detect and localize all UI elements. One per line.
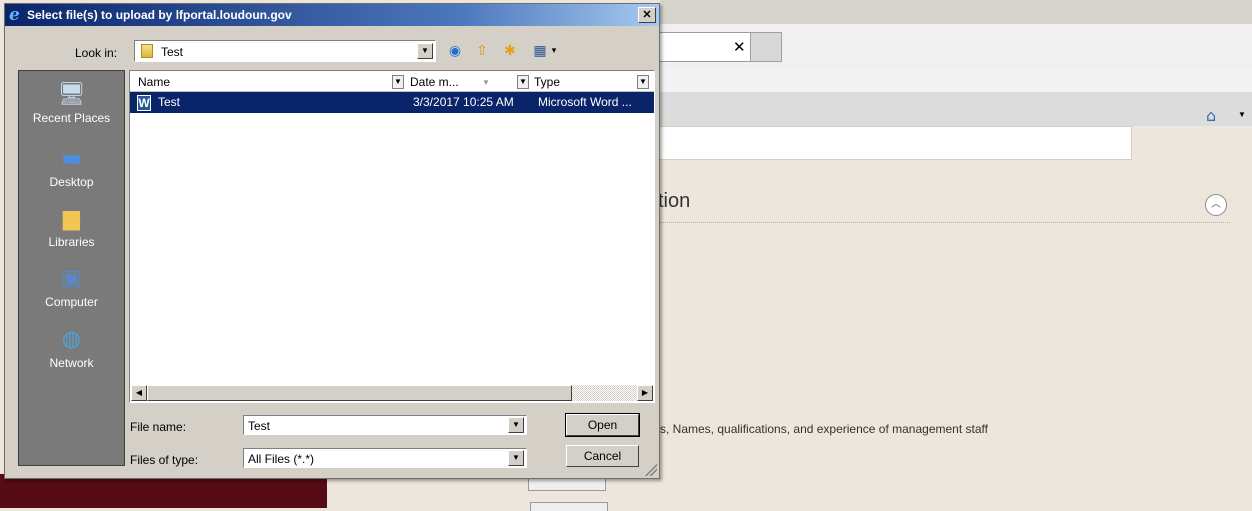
collapse-section-icon[interactable]: ︿ — [1205, 194, 1227, 216]
section-divider — [660, 222, 1230, 223]
column-filter-icon[interactable]: ▼ — [637, 75, 649, 89]
place-computer[interactable]: ▣ Computer — [19, 265, 124, 309]
place-desktop[interactable]: ▬ Desktop — [19, 145, 124, 189]
computer-icon: ▣ — [61, 266, 82, 291]
folder-icon — [141, 44, 153, 58]
libraries-icon: ▆ — [63, 206, 80, 231]
browser-command-row — [660, 70, 1252, 93]
close-icon[interactable]: ✕ — [638, 7, 656, 23]
new-folder-icon[interactable]: ✱ — [501, 42, 519, 60]
column-header-type[interactable]: Type — [534, 75, 560, 91]
chevron-down-icon[interactable]: ▼ — [508, 417, 524, 433]
open-button[interactable]: Open — [565, 413, 640, 437]
scroll-track[interactable] — [572, 385, 637, 401]
column-header-date[interactable]: Date m... — [410, 75, 459, 91]
page-button-fragment[interactable] — [530, 502, 608, 511]
file-name-value: Test — [248, 419, 271, 433]
dialog-title: Select file(s) to upload by lfportal.lou… — [27, 8, 292, 22]
file-row[interactable]: W Test 3/3/2017 10:25 AM Microsoft Word … — [130, 92, 654, 113]
file-type-value: All Files (*.*) — [248, 452, 315, 466]
cancel-button[interactable]: Cancel — [566, 445, 639, 467]
page-button-fragment[interactable] — [528, 478, 606, 491]
place-label: Network — [49, 356, 94, 370]
section-heading: tion — [658, 190, 691, 212]
word-document-icon: W — [137, 95, 151, 111]
recent-places-icon: 🖥 — [57, 82, 86, 107]
page-text-field[interactable] — [650, 126, 1132, 160]
browser-top-strip — [660, 0, 1252, 24]
dialog-title-bar[interactable]: e Select file(s) to upload by lfportal.l… — [5, 4, 659, 26]
new-tab-button[interactable] — [750, 32, 782, 62]
desktop-icon: ▬ — [61, 146, 82, 171]
place-network[interactable]: ◍ Network — [19, 326, 124, 370]
place-recent-places[interactable]: 🖥 Recent Places — [19, 81, 124, 125]
column-header-name[interactable]: Name — [138, 75, 170, 91]
look-in-label: Look in: — [75, 46, 118, 60]
file-type-label: Files of type: — [130, 453, 199, 467]
chevron-down-icon[interactable]: ▼ — [417, 43, 433, 59]
place-label: Computer — [45, 295, 98, 309]
place-label: Libraries — [48, 235, 95, 249]
scroll-right-icon[interactable]: ▶ — [637, 385, 653, 401]
back-icon[interactable]: ◉ — [446, 42, 464, 60]
horizontal-scrollbar[interactable]: ◀ ▶ — [131, 385, 653, 401]
section-description: s, Names, qualifications, and experience… — [660, 422, 988, 436]
scroll-left-icon[interactable]: ◀ — [131, 385, 147, 401]
browser-tab-row — [660, 24, 1252, 71]
page-footer-band — [0, 474, 327, 508]
internet-explorer-icon: e — [9, 5, 20, 25]
scroll-thumb[interactable] — [147, 385, 572, 401]
home-dropdown-icon[interactable]: ▼ — [1238, 110, 1246, 119]
look-in-value: Test — [161, 45, 184, 59]
file-type-select[interactable]: All Files (*.*) ▼ — [243, 448, 527, 468]
up-folder-icon[interactable]: ⇧ — [473, 42, 491, 60]
place-libraries[interactable]: ▆ Libraries — [19, 205, 124, 249]
file-name-label: File name: — [130, 420, 187, 434]
column-filter-icon[interactable]: ▼ — [392, 75, 404, 89]
browser-favorites-row — [660, 92, 1252, 126]
file-date-cell: 3/3/2017 10:25 AM — [413, 95, 514, 109]
home-icon[interactable]: ⌂ — [1206, 106, 1216, 125]
chevron-down-icon[interactable]: ▼ — [508, 450, 524, 466]
places-bar: 🖥 Recent Places ▬ Desktop ▆ Libraries ▣ … — [18, 70, 125, 466]
file-name-cell: Test — [158, 95, 181, 109]
file-type-cell: Microsoft Word ... — [538, 95, 632, 109]
place-label: Desktop — [49, 175, 94, 189]
column-filter-icon[interactable]: ▼ — [517, 75, 529, 89]
file-list[interactable]: Name ▼ Date m... ▼ ▼ Type ▼ W Test 3/3/2… — [129, 70, 655, 403]
file-name-input[interactable]: Test ▼ — [243, 415, 527, 435]
place-label: Recent Places — [32, 111, 111, 125]
look-in-dropdown[interactable]: Test ▼ — [134, 40, 436, 62]
view-menu-arrow-icon[interactable]: ▾ — [545, 42, 563, 60]
network-icon: ◍ — [61, 327, 82, 352]
resize-grip[interactable] — [645, 464, 657, 476]
tab-close-icon[interactable]: ✕ — [733, 38, 746, 56]
file-upload-dialog: e Select file(s) to upload by lfportal.l… — [4, 3, 660, 479]
